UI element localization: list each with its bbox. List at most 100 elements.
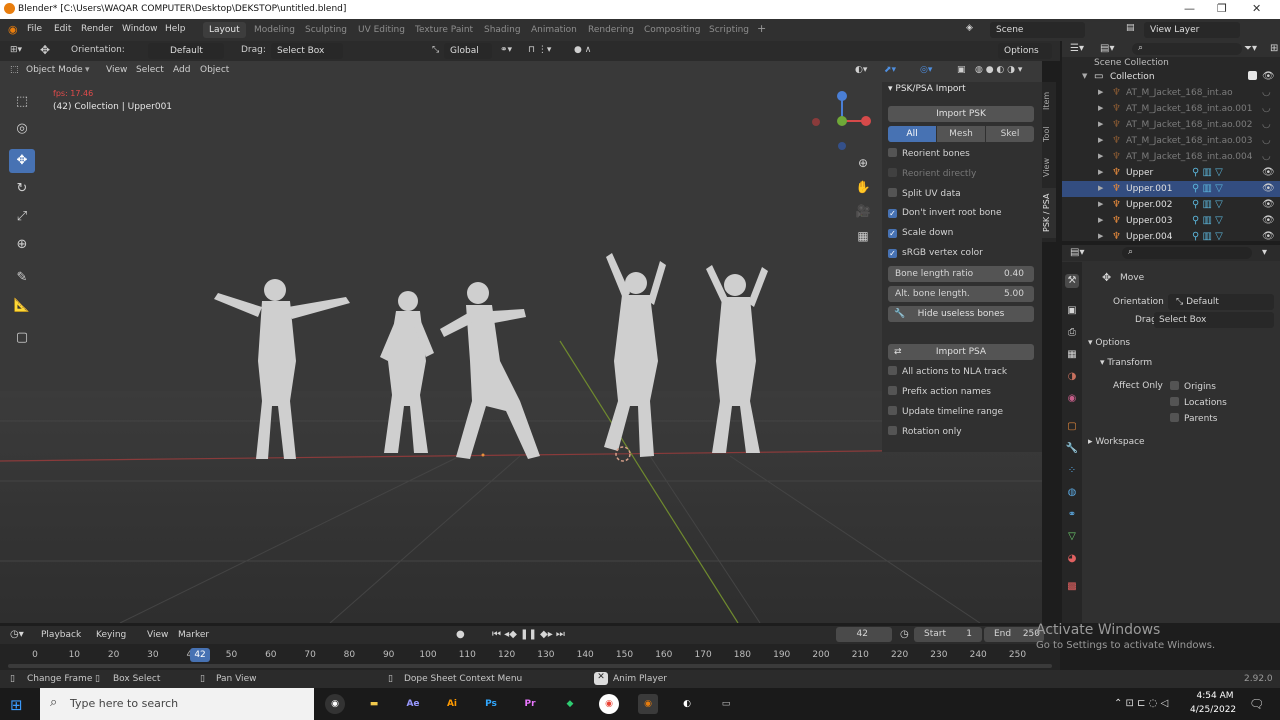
add-workspace-button[interactable]: + <box>757 22 766 35</box>
tab-sculpting[interactable]: Sculpting <box>299 22 353 38</box>
filter-mesh-button[interactable]: Mesh <box>937 126 985 142</box>
editor-type-icon[interactable]: ⊞▾ <box>10 45 22 55</box>
menu-render[interactable]: Render <box>81 24 113 34</box>
scene-selector[interactable]: Scene <box>990 22 1085 38</box>
drag-dropdown[interactable]: Select Box <box>271 43 343 59</box>
cancel-icon[interactable]: ✕ <box>594 672 608 685</box>
constraints-tab-icon[interactable]: ⚭ <box>1065 508 1079 522</box>
outliner-search-field[interactable]: ⌕ <box>1132 43 1242 55</box>
select-box-tool-icon[interactable]: ⬚ <box>9 90 35 114</box>
eye-icon[interactable]: 👁 <box>1262 199 1275 210</box>
eye-icon[interactable]: 👁 <box>1262 231 1275 242</box>
texture-tab-icon[interactable]: ▩ <box>1065 580 1079 594</box>
eye-icon[interactable]: 👁 <box>1262 167 1275 178</box>
tab-rendering[interactable]: Rendering <box>582 22 640 38</box>
outliner-item[interactable]: ▶ ♆ AT_M_Jacket_168_int.ao.001 ◡ <box>1062 101 1280 117</box>
eye-closed-icon[interactable]: ◡ <box>1262 119 1271 130</box>
close-icon[interactable]: ✕ <box>1252 2 1261 15</box>
import-psa-button[interactable]: ⇄ Import PSA <box>888 344 1034 360</box>
tab-texture-paint[interactable]: Texture Paint <box>409 22 479 38</box>
premiere-icon[interactable]: Pr <box>520 694 540 714</box>
tab-layout[interactable]: Layout <box>203 22 246 38</box>
timeline-menu-view[interactable]: View <box>147 630 168 640</box>
alt-bone-length-field[interactable]: Alt. bone length. 5.00 <box>888 286 1034 302</box>
overlay-toggle-icon[interactable]: ◎▾ <box>920 65 932 75</box>
transform-subpanel-header[interactable]: ▾ Transform <box>1100 358 1152 368</box>
perspective-toggle-icon[interactable]: ▦ <box>852 229 874 249</box>
expand-triangle-icon[interactable]: ▶ <box>1098 232 1103 240</box>
viewport-menu-add[interactable]: Add <box>173 65 190 75</box>
expand-triangle-icon[interactable]: ▶ <box>1098 152 1103 160</box>
physics-tab-icon[interactable]: ◍ <box>1065 486 1079 500</box>
expand-triangle-icon[interactable]: ▶ <box>1098 184 1103 192</box>
add-cube-tool-icon[interactable]: ▢ <box>9 326 35 350</box>
outliner-item[interactable]: ▶ ♆ Upper ⚲ ▥ ▽ 👁 <box>1062 165 1280 181</box>
drag-dropdown[interactable]: Select Box <box>1154 312 1274 328</box>
snap-icon[interactable]: ⊓ ⋮▾ <box>528 45 551 55</box>
locations-checkbox[interactable]: Locations <box>1170 397 1227 408</box>
record-icon[interactable]: ● <box>456 629 465 640</box>
windows-start-icon[interactable]: ⊞ <box>10 696 23 714</box>
tab-tool[interactable]: Tool <box>1042 122 1056 146</box>
parents-checkbox[interactable]: Parents <box>1170 413 1218 424</box>
orientation-dropdown[interactable]: Default <box>148 43 224 59</box>
measure-tool-icon[interactable]: 📐 <box>9 294 35 318</box>
minimize-icon[interactable]: — <box>1184 2 1195 15</box>
eye-closed-icon[interactable]: ◡ <box>1262 103 1271 114</box>
collection-row[interactable]: ▼ ▭ Collection 👁 <box>1062 69 1280 85</box>
expand-triangle-icon[interactable]: ▶ <box>1098 168 1103 176</box>
world-tab-icon[interactable]: ◉ <box>1065 392 1079 406</box>
pivot-icon[interactable]: ⚭▾ <box>500 45 512 55</box>
panel-header[interactable]: ▾ PSK/PSA Import <box>888 84 1034 100</box>
outliner-editor-icon[interactable]: ☰▾ <box>1070 43 1084 54</box>
remote-desktop-icon[interactable]: ▭ <box>716 694 736 714</box>
tab-scripting[interactable]: Scripting <box>703 22 755 38</box>
filter-icon[interactable]: ⏷▾ <box>1244 43 1257 54</box>
timeline-menu-marker[interactable]: Marker <box>178 630 209 640</box>
update-timeline-range-checkbox[interactable]: Update timeline range <box>888 406 1034 422</box>
view-layer-selector[interactable]: View Layer <box>1144 22 1240 38</box>
modifier-tab-icon[interactable]: 🔧 <box>1065 442 1079 456</box>
reorient-directly-checkbox[interactable]: Reorient directly <box>888 168 1034 184</box>
blender-taskbar-icon[interactable]: ◉ <box>638 694 658 714</box>
outliner-item[interactable]: ▶ ♆ AT_M_Jacket_168_int.ao.002 ◡ <box>1062 117 1280 133</box>
cursor-tool-icon[interactable]: ◎ <box>9 117 35 141</box>
shading-modes-icon[interactable]: ◍ ● ◐ ◑ ▾ <box>975 65 1022 75</box>
annotate-tool-icon[interactable]: ✎ <box>9 266 35 290</box>
file-explorer-icon[interactable]: ▬ <box>364 694 384 714</box>
tab-shading[interactable]: Shading <box>478 22 527 38</box>
outliner-item[interactable]: ▶ ♆ AT_M_Jacket_168_int.ao.003 ◡ <box>1062 133 1280 149</box>
zoom-icon[interactable]: ⊕ <box>852 156 874 176</box>
scale-tool-icon[interactable]: ⤢ <box>9 205 35 229</box>
timeline-scrubber[interactable]: 0102030405060708090100110120130140150160… <box>0 644 1060 670</box>
menu-edit[interactable]: Edit <box>54 24 71 34</box>
split-uv-checkbox[interactable]: Split UV data <box>888 188 1034 204</box>
expand-triangle-icon[interactable]: ▶ <box>1098 120 1103 128</box>
tab-modeling[interactable]: Modeling <box>248 22 301 38</box>
blender-menu-icon[interactable]: ◉ <box>8 23 18 36</box>
chrome-icon[interactable]: ◉ <box>599 694 619 714</box>
timeline-menu-playback[interactable]: Playback <box>41 630 81 640</box>
viewport-menu-select[interactable]: Select <box>136 65 164 75</box>
menu-file[interactable]: File <box>27 24 42 34</box>
options-panel-header[interactable]: ▾ Options <box>1088 338 1130 348</box>
properties-editor-icon[interactable]: ▤▾ <box>1070 247 1084 258</box>
tab-psk-psa[interactable]: PSK / PSA <box>1042 188 1056 238</box>
current-frame-field[interactable]: 42 <box>836 627 892 642</box>
filter-skel-button[interactable]: Skel <box>986 126 1034 142</box>
origins-checkbox[interactable]: Origins <box>1170 381 1216 392</box>
filmora-icon[interactable]: ◆ <box>560 694 580 714</box>
bone-length-ratio-field[interactable]: Bone length ratio 0.40 <box>888 266 1034 282</box>
tab-uv-editing[interactable]: UV Editing <box>352 22 411 38</box>
viewport-menu-object[interactable]: Object <box>200 65 229 75</box>
menu-window[interactable]: Window <box>122 24 158 34</box>
tab-item[interactable]: Item <box>1042 86 1056 116</box>
menu-help[interactable]: Help <box>165 24 186 34</box>
srgb-vertex-color-checkbox[interactable]: ✓ sRGB vertex color <box>888 248 1034 264</box>
camera-view-icon[interactable]: 🎥 <box>852 204 874 224</box>
filter-all-button[interactable]: All <box>888 126 936 142</box>
rotate-tool-icon[interactable]: ↻ <box>9 177 35 201</box>
data-tab-icon[interactable]: ▽ <box>1065 530 1079 544</box>
tab-compositing[interactable]: Compositing <box>638 22 706 38</box>
outliner-item[interactable]: ▶ ♆ Upper.003 ⚲ ▥ ▽ 👁 <box>1062 213 1280 229</box>
